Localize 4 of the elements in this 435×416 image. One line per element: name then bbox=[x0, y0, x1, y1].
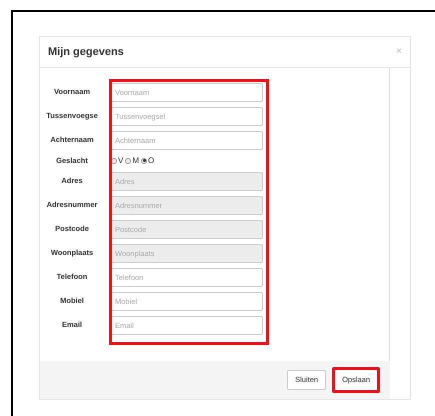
radio-option[interactable]: O bbox=[141, 154, 154, 166]
radio-option[interactable]: M bbox=[125, 154, 140, 166]
radio-option[interactable]: V bbox=[111, 154, 124, 166]
dialog-title: Mijn gegevens bbox=[48, 44, 124, 60]
